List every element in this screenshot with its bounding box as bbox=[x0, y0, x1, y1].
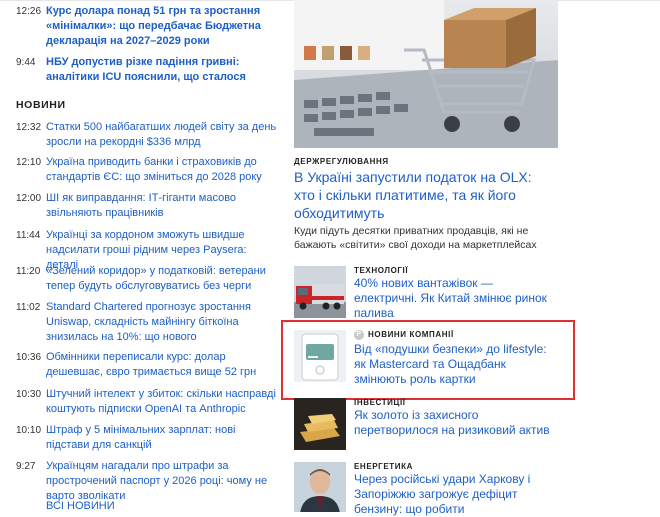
hero-category[interactable]: ДЕРЖРЕГУЛЮВАННЯ bbox=[294, 157, 389, 166]
card-title-link[interactable]: Як золото із захисного перетворилося на … bbox=[354, 408, 558, 438]
news-time: 11:02 bbox=[16, 302, 41, 313]
all-news-link[interactable]: ВСІ НОВИНИ bbox=[46, 500, 115, 512]
news-link[interactable]: «Зелений коридор» у податковій: ветерани… bbox=[46, 264, 278, 294]
news-link[interactable]: НБУ допустив різке падіння гривні: аналі… bbox=[46, 55, 278, 85]
news-time: 12:32 bbox=[16, 122, 42, 133]
hero-illustration bbox=[294, 0, 558, 148]
gold-thumb bbox=[294, 398, 346, 450]
card-category[interactable]: ТЕХНОЛОГІЇ bbox=[354, 266, 408, 275]
news-link[interactable]: Штучний інтелект у збиток: скільки наспр… bbox=[46, 387, 278, 417]
card-category[interactable]: ЕНЕРГЕТИКА bbox=[354, 462, 413, 471]
news-time: 9:27 bbox=[16, 461, 36, 472]
highlight-box bbox=[281, 320, 575, 400]
news-time: 12:26 bbox=[16, 6, 42, 17]
news-time: 12:00 bbox=[16, 193, 42, 204]
news-time: 9:44 bbox=[16, 57, 36, 68]
hero-description: Куди підуть десятки приватних продавців,… bbox=[294, 225, 537, 251]
news-link[interactable]: ШІ як виправдання: ІТ-гіганти масово зві… bbox=[46, 191, 278, 221]
news-link[interactable]: Курс долара понад 51 грн та зростання «м… bbox=[46, 4, 278, 49]
portrait-image[interactable] bbox=[294, 462, 346, 512]
news-time: 11:44 bbox=[16, 230, 41, 241]
hero-title-link[interactable]: В Україні запустили податок на OLX: хто … bbox=[294, 168, 556, 222]
card-title-link[interactable]: Через російські удари Харкову і Запоріжж… bbox=[354, 472, 558, 517]
news-link[interactable]: Україна приводить банки і страховиків до… bbox=[46, 155, 278, 185]
portrait-thumb bbox=[294, 462, 346, 512]
news-time: 10:10 bbox=[16, 425, 42, 436]
news-link[interactable]: Обмінники переписали курс: долар дешевша… bbox=[46, 350, 278, 380]
news-link[interactable]: Статки 500 найбагатших людей світу за де… bbox=[46, 120, 278, 150]
news-time: 12:10 bbox=[16, 157, 42, 168]
news-time: 10:36 bbox=[16, 352, 42, 363]
news-section-heading: НОВИНИ bbox=[16, 99, 66, 111]
shopping-cart-laptop-image[interactable] bbox=[294, 0, 558, 148]
card-title-link[interactable]: 40% нових вантажівок — електричні. Як Ки… bbox=[354, 276, 558, 321]
news-link[interactable]: Штраф у 5 мінімальних зарплат: нові підс… bbox=[46, 423, 278, 453]
gold-bars-image[interactable] bbox=[294, 398, 346, 450]
news-link[interactable]: Standard Chartered прогнозує зростання U… bbox=[46, 300, 278, 345]
truck-thumb bbox=[294, 266, 346, 318]
red-truck-image[interactable] bbox=[294, 266, 346, 318]
news-time: 11:20 bbox=[16, 266, 41, 277]
card-category[interactable]: ІНВЕСТИЦІЇ bbox=[354, 398, 406, 407]
news-time: 10:30 bbox=[16, 389, 42, 400]
news-link[interactable]: Українцям нагадали про штрафи за простро… bbox=[46, 459, 278, 504]
